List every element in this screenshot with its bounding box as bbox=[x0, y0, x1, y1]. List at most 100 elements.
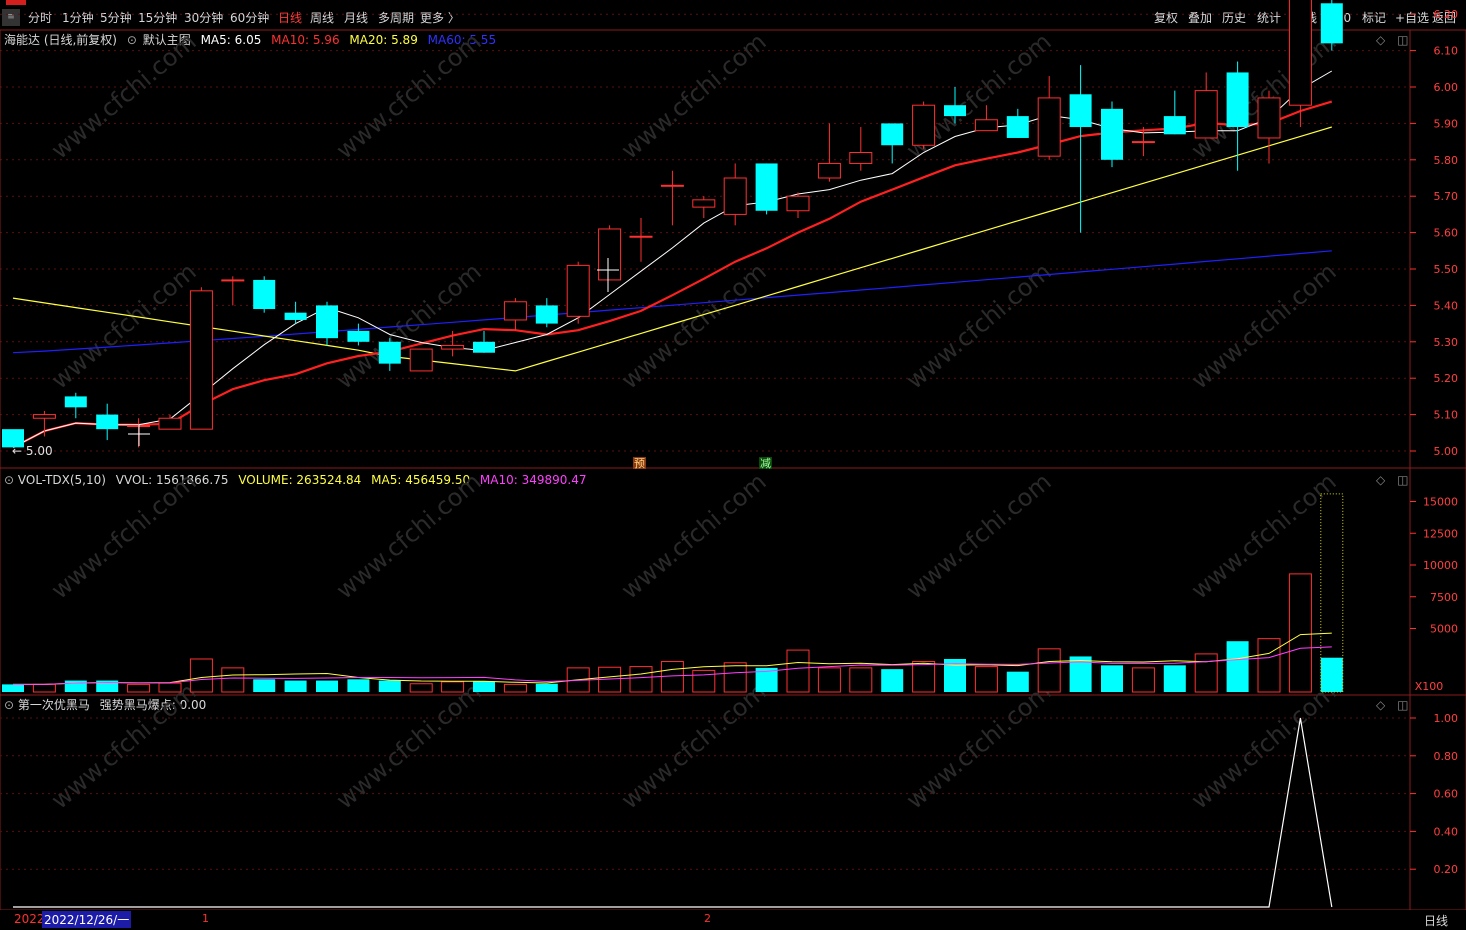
volume-bar bbox=[692, 669, 716, 693]
volume-axis-label: 10000 bbox=[1423, 559, 1458, 572]
price-axis-label: 6.20 bbox=[1434, 8, 1459, 21]
volume-bar bbox=[503, 683, 527, 693]
year-label: 2022 bbox=[14, 912, 45, 926]
volume-bar bbox=[723, 662, 747, 693]
watermark: www.cfchi.com bbox=[331, 467, 487, 604]
watermark: www.cfchi.com bbox=[46, 257, 202, 394]
volume-bar bbox=[473, 681, 495, 692]
watermark: www.cfchi.com bbox=[46, 677, 202, 814]
volume-bar bbox=[1101, 665, 1123, 692]
volume-bar bbox=[1320, 657, 1343, 692]
candle-body bbox=[189, 290, 213, 430]
candle-body bbox=[660, 184, 684, 187]
price-axis-label: 5.60 bbox=[1434, 227, 1459, 240]
price-axis-label: 6.10 bbox=[1434, 45, 1459, 58]
candle-body bbox=[817, 162, 841, 179]
candle-body bbox=[409, 348, 433, 372]
candle-body bbox=[378, 341, 401, 364]
watermark: www.cfchi.com bbox=[616, 677, 772, 814]
indicator-axis-label: 1.00 bbox=[1434, 712, 1459, 725]
candle-body bbox=[1163, 116, 1186, 135]
watermark: www.cfchi.com bbox=[46, 467, 202, 604]
price-axis-label: 5.40 bbox=[1434, 299, 1459, 312]
candle-body bbox=[912, 104, 936, 146]
low-price-label: ← 5.00 bbox=[12, 444, 53, 458]
candle-body bbox=[1257, 97, 1281, 139]
candle-body bbox=[786, 195, 810, 212]
volume-bar bbox=[1288, 573, 1312, 693]
candle-body bbox=[441, 344, 465, 350]
candle-body bbox=[598, 228, 622, 281]
volume-axis-label: 5000 bbox=[1430, 623, 1458, 636]
volume-bar bbox=[189, 658, 213, 693]
candle-body bbox=[96, 414, 119, 430]
volume-bar bbox=[1163, 665, 1186, 692]
volume-bar bbox=[2, 684, 24, 692]
volume-bar bbox=[441, 681, 465, 693]
volume-bar bbox=[912, 661, 936, 693]
volume-bar bbox=[158, 682, 182, 693]
volume-bar bbox=[347, 679, 370, 692]
candle-body bbox=[1006, 116, 1029, 138]
candle-body bbox=[253, 279, 276, 310]
month-1: 1 bbox=[202, 912, 209, 925]
volume-bar bbox=[64, 680, 87, 692]
candle-body bbox=[158, 417, 182, 430]
stock-chart[interactable]: www.cfchi.com www.cfchi.com www.cfchi.com w… bbox=[0, 0, 1466, 910]
volume-bar bbox=[881, 669, 904, 692]
price-axis-label: 5.10 bbox=[1434, 409, 1459, 422]
candle-body bbox=[1101, 108, 1123, 160]
candle-body bbox=[566, 264, 590, 317]
watermark: www.cfchi.com bbox=[46, 27, 202, 164]
time-axis: 2022 2022/12/26/一 1 2 日线 bbox=[0, 910, 1466, 930]
candle-body bbox=[221, 279, 245, 282]
indicator-axis-label: 0.40 bbox=[1434, 825, 1459, 838]
price-axis-label: 6.00 bbox=[1434, 81, 1459, 94]
period-indicator[interactable]: 日线 bbox=[1424, 912, 1448, 929]
price-axis-label: 5.70 bbox=[1434, 190, 1459, 203]
price-axis-label: 5.50 bbox=[1434, 263, 1459, 276]
price-axis-label: 5.90 bbox=[1434, 117, 1459, 130]
candle-body bbox=[284, 312, 307, 320]
volume-bar bbox=[253, 679, 276, 692]
volume-bar bbox=[1037, 648, 1061, 693]
candle-body bbox=[944, 105, 966, 117]
volume-bar bbox=[32, 683, 56, 693]
candle-body bbox=[1320, 3, 1343, 44]
volume-axis-label: 12500 bbox=[1423, 527, 1458, 540]
indicator-axis-label: 0.20 bbox=[1434, 863, 1459, 876]
candle-body bbox=[347, 330, 370, 342]
watermark: www.cfchi.com bbox=[1186, 257, 1342, 394]
candle-body bbox=[692, 199, 716, 208]
watermark: www.cfchi.com bbox=[901, 467, 1057, 604]
volume-bar bbox=[974, 666, 998, 693]
volume-bar bbox=[786, 649, 810, 693]
price-axis-label: 5.00 bbox=[1434, 445, 1459, 458]
volume-bar bbox=[849, 667, 873, 693]
watermark: www.cfchi.com bbox=[616, 467, 772, 604]
candle-body bbox=[1194, 90, 1218, 139]
candle-body bbox=[503, 301, 527, 321]
indicator-axis-label: 0.80 bbox=[1434, 750, 1459, 763]
volume-bar bbox=[629, 666, 653, 693]
candle-body bbox=[1288, 0, 1312, 106]
price-axis-label: 5.30 bbox=[1434, 336, 1459, 349]
volume-bar bbox=[1131, 667, 1155, 693]
candle-body bbox=[1131, 141, 1155, 144]
candle-body bbox=[1037, 97, 1061, 157]
candle-body bbox=[881, 123, 904, 146]
candle-body bbox=[64, 396, 87, 408]
volume-bar bbox=[1194, 653, 1218, 693]
watermark: www.cfchi.com bbox=[901, 257, 1057, 394]
volume-bar bbox=[127, 683, 151, 693]
watermark: www.cfchi.com bbox=[616, 27, 772, 164]
volume-bar bbox=[409, 683, 433, 693]
volume-bar bbox=[535, 683, 558, 692]
volume-bar bbox=[378, 680, 401, 692]
volume-unit-label: X100 bbox=[1415, 680, 1444, 693]
cursor-date: 2022/12/26/一 bbox=[42, 911, 132, 928]
candle-body bbox=[473, 341, 495, 353]
volume-axis-label: 15000 bbox=[1423, 496, 1458, 509]
volume-axis-label: 7500 bbox=[1430, 591, 1458, 604]
candle-body bbox=[849, 152, 873, 164]
